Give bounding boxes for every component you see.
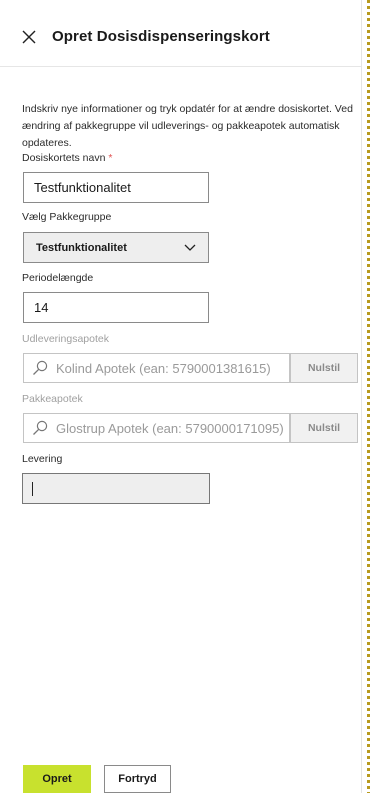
udlevering-label: Udleveringsapotek: [22, 333, 109, 345]
name-label-text: Dosiskortets navn: [22, 152, 106, 164]
text-caret: [32, 482, 33, 496]
pakke-reset-button[interactable]: Nulstil: [290, 413, 358, 443]
group-select-value: Testfunktionalitet: [36, 241, 127, 254]
pakke-label: Pakkeapotek: [22, 393, 83, 405]
name-label: Dosiskortets navn *: [22, 152, 112, 164]
required-marker: *: [108, 152, 113, 164]
group-label: Vælg Pakkegruppe: [22, 211, 112, 223]
create-button[interactable]: Opret: [23, 765, 91, 793]
pakke-search-field[interactable]: Glostrup Apotek (ean: 5790000171095): [23, 413, 290, 443]
name-input[interactable]: Testfunktionalitet: [23, 172, 209, 203]
group-select[interactable]: Testfunktionalitet: [23, 232, 209, 263]
period-label: Periodelængde: [22, 272, 94, 284]
dialog-title: Opret Dosisdispenseringskort: [52, 28, 270, 45]
dialog-header: Opret Dosisdispenseringskort: [0, 0, 361, 67]
udlevering-search-field[interactable]: Kolind Apotek (ean: 5790001381615): [23, 353, 290, 383]
levering-input[interactable]: [22, 473, 210, 504]
pakke-value: Glostrup Apotek (ean: 5790000171095): [56, 420, 284, 436]
dialog-panel: Opret Dosisdispenseringskort Indskriv ny…: [0, 0, 362, 793]
levering-label: Levering: [22, 453, 63, 465]
close-icon[interactable]: [21, 29, 37, 45]
search-icon: [33, 360, 48, 375]
period-input[interactable]: 14: [23, 292, 209, 323]
udlevering-value: Kolind Apotek (ean: 5790001381615): [56, 360, 271, 376]
chevron-down-icon: [184, 243, 196, 253]
udlevering-reset-button[interactable]: Nulstil: [290, 353, 358, 383]
panel-edge-divider: [367, 0, 370, 793]
intro-text: Indskriv nye informationer og tryk opdat…: [22, 103, 353, 149]
cancel-button[interactable]: Fortryd: [104, 765, 171, 793]
search-icon: [33, 420, 48, 435]
